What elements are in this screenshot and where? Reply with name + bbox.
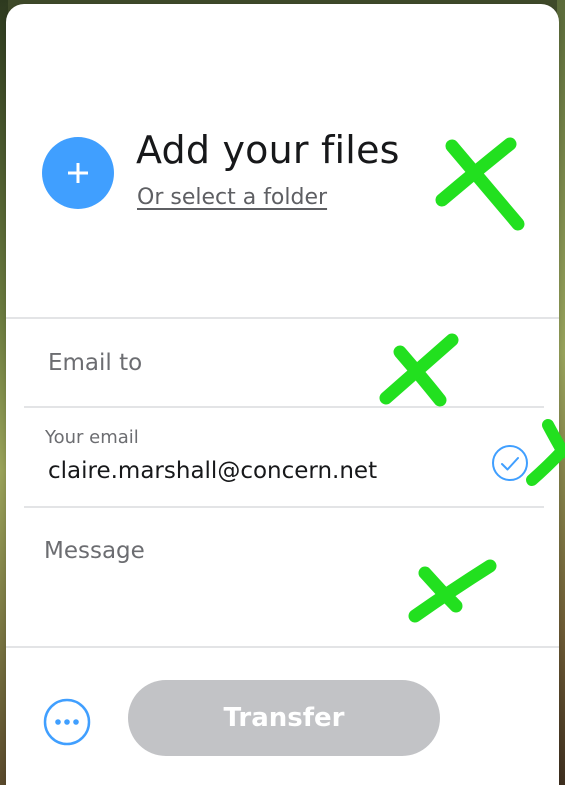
- field-divider: [24, 406, 544, 408]
- transfer-button[interactable]: Transfer: [128, 680, 440, 756]
- footer-divider: [6, 646, 559, 648]
- field-divider: [24, 506, 544, 508]
- your-email-label: Your email: [45, 427, 139, 448]
- email-to-placeholder: Email to: [48, 350, 143, 376]
- add-files-title[interactable]: Add your files: [136, 128, 400, 172]
- check-circle-icon: [492, 445, 528, 481]
- select-folder-link[interactable]: Or select a folder: [137, 185, 327, 210]
- message-textarea[interactable]: [24, 509, 544, 645]
- message-placeholder: Message: [44, 538, 145, 564]
- more-options-icon[interactable]: [42, 697, 92, 747]
- transfer-panel: Add your files Or select a folder Email …: [6, 4, 559, 785]
- add-files-button[interactable]: [42, 137, 114, 209]
- your-email-input[interactable]: [24, 409, 544, 505]
- your-email-value: claire.marshall@concern.net: [48, 458, 378, 484]
- plus-icon: [68, 163, 88, 183]
- section-divider: [6, 317, 559, 319]
